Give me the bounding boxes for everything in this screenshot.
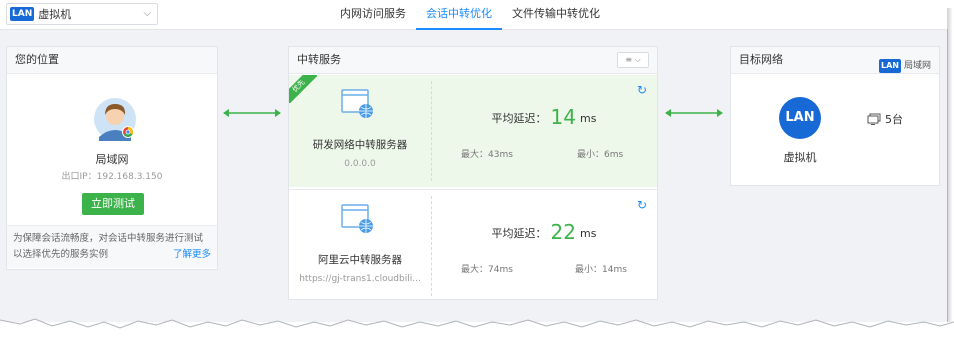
- server-name: 研发网络中转服务器: [312, 139, 408, 151]
- tab-session-relay[interactable]: 会话中转优化: [416, 0, 502, 30]
- latency-unit: ms: [580, 227, 597, 240]
- lan-device-icon: LAN: [779, 97, 821, 139]
- network-selector[interactable]: LAN 虚拟机 ⌵: [6, 3, 158, 25]
- divider: [431, 81, 432, 181]
- relay-title: 中转服务 ≡ ⌵: [289, 47, 657, 74]
- device-count: 5台: [867, 111, 903, 127]
- relay-server-item[interactable]: 优先 研发网络中转服务器 0.0.0.0 平均延迟： 14 ms 最大：43ms 最…: [289, 75, 657, 187]
- exit-ip: 出口IP：192.168.3.150: [61, 172, 163, 182]
- server-globe-icon: [341, 89, 373, 118]
- device-count-text: 5台: [885, 113, 903, 126]
- test-now-button[interactable]: 立即测试: [82, 193, 144, 215]
- top-bar: LAN 虚拟机 ⌵ 内网访问服务 会话中转优化 文件传输中转优化: [0, 0, 948, 30]
- server-name: 阿里云中转服务器: [318, 254, 402, 266]
- tip-box: 为保障会话流畅度，对会话中转服务进行测试以选择优先的服务实例 了解更多: [7, 225, 217, 268]
- chevron-down-icon: ⌵: [143, 8, 151, 19]
- monitor-icon: [867, 113, 881, 125]
- latency-min: 最小：14ms: [575, 265, 627, 275]
- tab-bar: 内网访问服务 会话中转优化 文件传输中转优化: [330, 0, 610, 30]
- target-card: 目标网络 LAN 局域网 LAN 虚拟机 5台: [730, 46, 940, 186]
- network-type: LAN 局域网: [879, 53, 931, 79]
- target-title-text: 目标网络: [739, 53, 783, 66]
- lan-badge: LAN: [10, 7, 35, 21]
- sort-button[interactable]: ≡ ⌵: [617, 52, 649, 68]
- relay-card: 中转服务 ≡ ⌵ 优先 研发网络中转服务器 0.0.0.0 平均延迟： 14 ms …: [288, 46, 658, 300]
- refresh-icon[interactable]: ↻: [637, 83, 647, 97]
- average-latency: 平均延迟： 14 ms: [431, 105, 657, 129]
- refresh-icon[interactable]: ↻: [637, 198, 647, 212]
- sort-icon: ≡ ⌵: [625, 55, 641, 64]
- app-frame: LAN 虚拟机 ⌵ 内网访问服务 会话中转优化 文件传输中转优化 您的位置 局域…: [0, 0, 953, 322]
- relay-title-text: 中转服务: [297, 53, 341, 66]
- latency-max: 最大：43ms: [461, 150, 513, 160]
- latency-label: 平均延迟：: [491, 227, 547, 240]
- average-latency: 平均延迟： 22 ms: [431, 220, 657, 244]
- latency-max: 最大：74ms: [461, 265, 513, 275]
- server-address: https://gj-trans1.cloudbili...: [299, 274, 421, 284]
- location-card: 您的位置 局域网 出口IP：192.168.3.150 立即测试 为保障会话流畅…: [6, 46, 218, 270]
- priority-ribbon: 优先: [289, 75, 317, 103]
- relay-server-item[interactable]: 阿里云中转服务器 https://gj-trans1.cloudbili... …: [289, 189, 657, 301]
- location-name: 局域网: [95, 153, 129, 166]
- priority-badge: 优先: [289, 75, 317, 103]
- latency-value: 14: [550, 105, 576, 129]
- latency-value: 22: [550, 220, 576, 244]
- lan-badge: LAN: [879, 59, 901, 73]
- avatar: [93, 97, 137, 141]
- server-address: 0.0.0.0: [344, 159, 376, 169]
- divider: [431, 196, 432, 296]
- double-arrow-icon: [223, 109, 281, 117]
- selector-value: 虚拟机: [38, 8, 72, 21]
- torn-edge: [0, 318, 954, 350]
- learn-more-link[interactable]: 了解更多: [173, 247, 211, 263]
- server-globe-icon: [341, 204, 373, 233]
- latency-unit: ms: [580, 112, 597, 125]
- network-type-label: 局域网: [903, 61, 931, 71]
- target-title: 目标网络 LAN 局域网: [731, 47, 939, 74]
- tab-file-transfer-relay[interactable]: 文件传输中转优化: [502, 0, 610, 30]
- double-arrow-icon: [665, 109, 723, 117]
- tab-intranet-access[interactable]: 内网访问服务: [330, 0, 416, 30]
- latency-min: 最小：6ms: [577, 150, 624, 160]
- location-title: 您的位置: [7, 47, 217, 74]
- latency-label: 平均延迟：: [491, 112, 547, 125]
- target-device-name: 虚拟机: [783, 151, 817, 164]
